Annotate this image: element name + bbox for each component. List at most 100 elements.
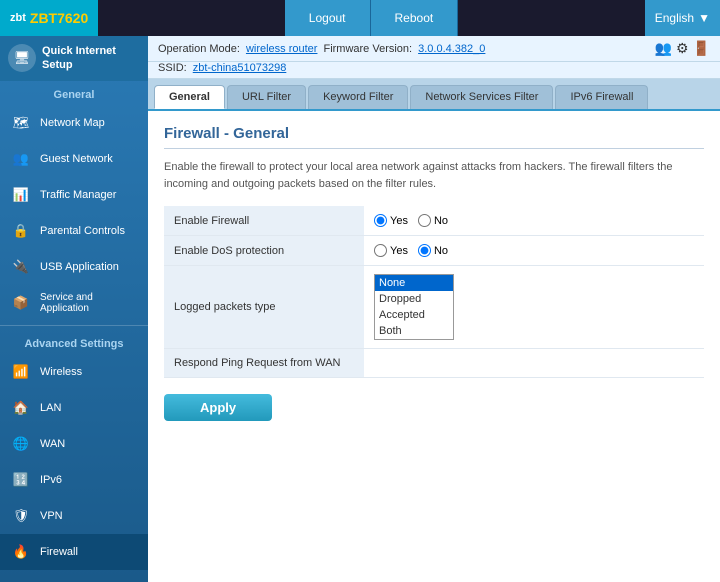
sidebar-label-traffic-manager: Traffic Manager [40,189,116,201]
enable-firewall-value: Yes No [364,206,704,236]
content-area: Operation Mode: wireless router Firmware… [148,36,720,582]
sidebar-item-usb-application[interactable]: USB Application [0,249,148,285]
lan-icon [10,397,32,419]
ipv6-icon [10,469,32,491]
tabs-bar: General URL Filter Keyword Filter Networ… [148,79,720,109]
logged-packets-dropdown[interactable]: None Dropped Accepted Both [374,274,454,340]
firmware-label: Firmware Version: [323,43,412,55]
sidebar-item-lan[interactable]: LAN [0,390,148,426]
sidebar-item-guest-network[interactable]: Guest Network [0,141,148,177]
sidebar-item-quick-setup[interactable]: 🖥 Quick Internet Setup [0,36,148,81]
settings-icon: ⚙ [676,40,689,57]
header-nav: Logout Reboot [98,0,645,36]
dropdown-option-none[interactable]: None [375,275,453,291]
usb-icon [10,256,32,278]
logo-model: ZBT7620 [30,10,88,26]
dropdown-option-both[interactable]: Both [375,323,453,339]
sidebar-section-advanced: Advanced Settings [0,330,148,354]
dos-protection-no-label[interactable]: No [418,244,448,257]
quick-setup-label: Quick Internet Setup [42,44,116,73]
guest-icon [10,148,32,170]
sidebar-item-service-application[interactable]: Service and Application [0,285,148,321]
logout-button[interactable]: Logout [285,0,371,36]
sidebar-label-lan: LAN [40,402,61,414]
service-icon [10,292,32,314]
sidebar-divider [0,325,148,326]
sidebar-item-wan[interactable]: WAN [0,426,148,462]
sidebar-label-service-application: Service and Application [40,292,138,314]
dos-protection-radio-group: Yes No [374,244,694,257]
apply-button-wrapper: Apply [164,394,704,421]
enable-firewall-no-text: No [434,215,448,227]
ssid-link[interactable]: zbt-china51073298 [193,62,287,74]
op-bar-icons: 👥 ⚙ 🚪 [655,40,710,57]
language-selector[interactable]: English ▼ [645,0,720,36]
tab-url-filter[interactable]: URL Filter [227,85,306,109]
form-row-dos-protection: Enable DoS protection Yes No [164,236,704,266]
sidebar-item-network-map[interactable]: Network Map [0,105,148,141]
logged-packets-label: Logged packets type [164,266,364,349]
network-icon [10,112,32,134]
sidebar-label-ipv6: IPv6 [40,474,62,486]
traffic-icon [10,184,32,206]
enable-firewall-label: Enable Firewall [164,206,364,236]
sidebar-label-guest-network: Guest Network [40,153,113,165]
sidebar-item-firewall[interactable]: Firewall [0,534,148,570]
apply-button[interactable]: Apply [164,394,272,421]
sidebar-label-wireless: Wireless [40,366,82,378]
ssid-bar: SSID: zbt-china51073298 [148,62,720,79]
parental-icon [10,220,32,242]
sidebar-item-ipv6[interactable]: IPv6 [0,462,148,498]
operation-bar: Operation Mode: wireless router Firmware… [148,36,720,62]
sidebar-label-usb-application: USB Application [40,261,119,273]
panel-description: Enable the firewall to protect your loca… [164,159,704,192]
tab-ipv6-firewall[interactable]: IPv6 Firewall [555,85,648,109]
tab-general[interactable]: General [154,85,225,109]
users-icon: 👥 [655,40,672,57]
dos-protection-no-radio[interactable] [418,244,431,257]
logout-icon: 🚪 [693,40,710,57]
sidebar-label-parental-controls: Parental Controls [40,225,125,237]
dos-protection-value: Yes No [364,236,704,266]
form-row-ping-request: Respond Ping Request from WAN [164,349,704,378]
dos-protection-label: Enable DoS protection [164,236,364,266]
enable-firewall-yes-label[interactable]: Yes [374,214,408,227]
dos-protection-yes-radio[interactable] [374,244,387,257]
reboot-button[interactable]: Reboot [371,0,459,36]
sidebar-label-wan: WAN [40,438,65,450]
sidebar-label-vpn: VPN [40,510,63,522]
firewall-icon [10,541,32,563]
sidebar-item-vpn[interactable]: VPN [0,498,148,534]
firmware-link[interactable]: 3.0.0.4.382_0 [418,43,485,55]
sidebar-item-wireless[interactable]: Wireless [0,354,148,390]
content-panel: Firewall - General Enable the firewall t… [148,109,720,582]
enable-firewall-no-label[interactable]: No [418,214,448,227]
operation-mode-link[interactable]: wireless router [246,43,318,55]
chevron-down-icon: ▼ [698,11,710,25]
wan-icon [10,433,32,455]
firewall-form: Enable Firewall Yes No [164,206,704,378]
enable-firewall-yes-radio[interactable] [374,214,387,227]
form-row-enable-firewall: Enable Firewall Yes No [164,206,704,236]
enable-firewall-radio-group: Yes No [374,214,694,227]
vpn-icon [10,505,32,527]
main-layout: 🖥 Quick Internet Setup General Network M… [0,36,720,582]
logged-packets-value: None Dropped Accepted Both [364,266,704,349]
sidebar-item-traffic-manager[interactable]: Traffic Manager [0,177,148,213]
language-label: English [655,11,694,25]
dos-protection-yes-text: Yes [390,245,408,257]
panel-title: Firewall - General [164,125,704,149]
dropdown-option-accepted[interactable]: Accepted [375,307,453,323]
dropdown-option-dropped[interactable]: Dropped [375,291,453,307]
sidebar-item-parental-controls[interactable]: Parental Controls [0,213,148,249]
dos-protection-yes-label[interactable]: Yes [374,244,408,257]
wireless-icon [10,361,32,383]
sidebar-label-network-map: Network Map [40,117,105,129]
enable-firewall-no-radio[interactable] [418,214,431,227]
tab-network-services-filter[interactable]: Network Services Filter [410,85,553,109]
ping-request-label: Respond Ping Request from WAN [164,349,364,378]
tab-keyword-filter[interactable]: Keyword Filter [308,85,408,109]
operation-mode-label: Operation Mode: [158,43,240,55]
monitor-icon: 🖥 [8,44,36,72]
ping-request-value [364,349,704,378]
